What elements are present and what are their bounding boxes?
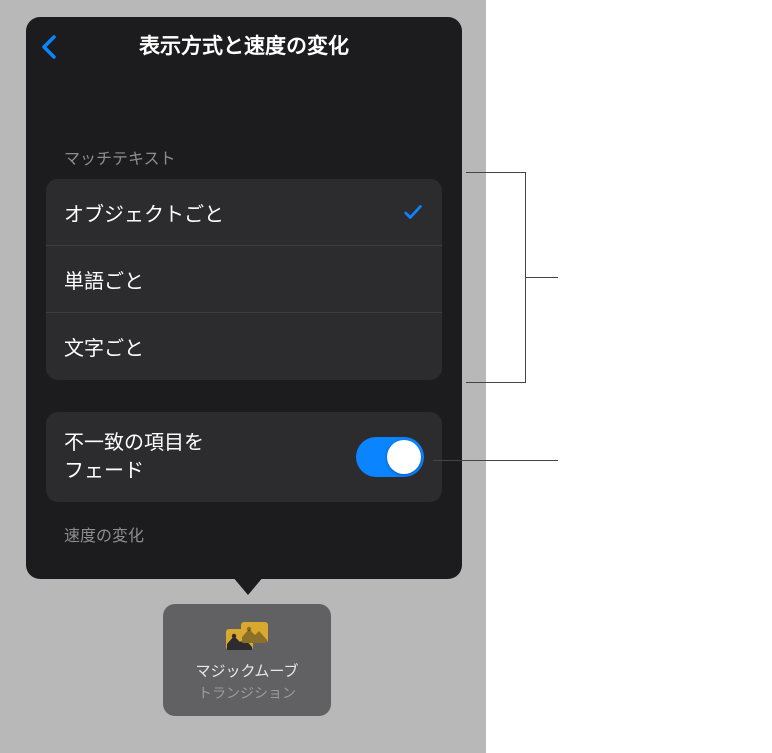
fade-unmatched-label: 不一致の項目を フェード bbox=[64, 429, 356, 485]
transition-chip-title: マジックムーブ bbox=[196, 660, 299, 681]
popover-content: マッチテキスト オブジェクトごと 単語ごと 文字ごと 不一致の項目を フェード bbox=[26, 145, 462, 546]
transition-chip[interactable]: マジックムーブ トランジション bbox=[163, 604, 331, 716]
option-label: オブジェクトごと bbox=[64, 198, 402, 227]
match-text-list: オブジェクトごと 単語ごと 文字ごと bbox=[46, 179, 442, 380]
nav-bar: 表示方式と速度の変化 bbox=[26, 17, 462, 73]
option-label: 文字ごと bbox=[64, 332, 424, 361]
section-header-acceleration: 速度の変化 bbox=[46, 522, 442, 546]
nav-title: 表示方式と速度の変化 bbox=[139, 30, 349, 60]
callout-line bbox=[466, 172, 526, 173]
back-button[interactable] bbox=[40, 33, 64, 61]
callout-line bbox=[433, 460, 558, 461]
toggle-knob bbox=[387, 440, 421, 474]
checkmark-icon bbox=[402, 201, 424, 223]
section-header-match-text: マッチテキスト bbox=[46, 145, 442, 169]
transition-chip-subtitle: トランジション bbox=[198, 683, 296, 703]
match-text-option-by-object[interactable]: オブジェクトごと bbox=[46, 179, 442, 246]
fade-unmatched-row: 不一致の項目を フェード bbox=[46, 412, 442, 502]
match-text-option-by-character[interactable]: 文字ごと bbox=[46, 313, 442, 380]
option-label: 単語ごと bbox=[64, 265, 424, 294]
popover-arrow bbox=[232, 576, 264, 595]
fade-unmatched-toggle[interactable] bbox=[356, 437, 424, 477]
magic-move-icon bbox=[222, 618, 272, 654]
chevron-left-icon bbox=[40, 33, 58, 61]
options-popover: 表示方式と速度の変化 マッチテキスト オブジェクトごと 単語ごと 文字ごと 不一… bbox=[26, 17, 462, 579]
match-text-option-by-word[interactable]: 単語ごと bbox=[46, 246, 442, 313]
callout-line bbox=[525, 277, 558, 278]
fade-toggle-group: 不一致の項目を フェード bbox=[46, 412, 442, 502]
callout-line bbox=[466, 382, 526, 383]
